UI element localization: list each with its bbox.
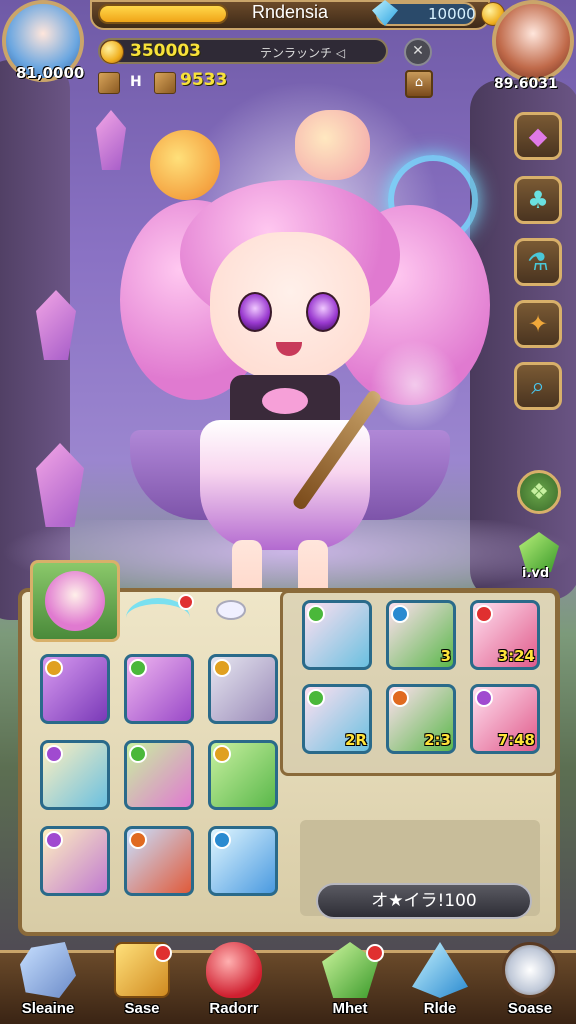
rarity-chip	[45, 745, 63, 763]
char-card-fairy[interactable]	[40, 826, 110, 896]
character-portrait-tab[interactable]	[30, 560, 120, 642]
collection-card-6[interactable]: 7:48	[470, 684, 540, 754]
item-wand-card[interactable]	[40, 654, 110, 724]
notification-badge	[366, 944, 384, 962]
rarity-chip	[213, 745, 231, 763]
rarity-chip	[129, 745, 147, 763]
potion-button[interactable]: ⚗	[514, 238, 562, 286]
clover-button[interactable]: ♣	[514, 176, 562, 224]
player-right-score: 89.6031	[494, 76, 558, 92]
staff-sparkle	[370, 340, 460, 430]
rarity-chip	[475, 605, 493, 623]
buy-button[interactable]: オ★イラ!100	[316, 883, 532, 919]
rarity-chip	[129, 831, 147, 849]
leaf-icon: ❖	[529, 479, 549, 505]
potion-icon: ⚗	[527, 248, 549, 276]
player-avatar-right[interactable]	[492, 0, 574, 82]
nav-rlde[interactable]: Rlde	[392, 938, 488, 1024]
char-card-pink[interactable]	[124, 740, 194, 810]
char-card-slime[interactable]	[208, 740, 278, 810]
box-value: 9533	[180, 70, 228, 90]
crystal-decoration-top	[96, 110, 126, 170]
collection-card-4[interactable]: 2R	[302, 684, 372, 754]
bone-icon	[502, 942, 558, 998]
item-staff-card[interactable]	[208, 654, 278, 724]
character-eye-right	[306, 292, 340, 332]
puffer-pet	[295, 110, 370, 180]
settings-icon[interactable]: ✕	[404, 38, 432, 66]
collection-card-1[interactable]	[302, 600, 372, 670]
fire-spirit-pet	[150, 130, 220, 200]
card-value: 2:3	[424, 731, 451, 749]
stone-icon	[20, 942, 76, 998]
char-card-ice[interactable]	[208, 826, 278, 896]
card-value: 7:48	[497, 731, 535, 749]
gem-icon: ◆	[528, 122, 548, 150]
bread-icon: ✦	[527, 310, 549, 338]
crystal-button-label: i.vd	[522, 566, 550, 581]
collection-card-2[interactable]: 3	[386, 600, 456, 670]
notification-badge	[154, 944, 172, 962]
gem-count: 10000	[428, 5, 476, 23]
game-title: Rndensia	[251, 2, 329, 22]
rarity-chip	[307, 605, 325, 623]
food-button[interactable]: ✦	[514, 300, 562, 348]
blue-crystal-icon	[412, 942, 468, 998]
gold-resource-bar[interactable]: 350003 テンラッンチ ◁	[98, 38, 388, 64]
collection-card-3[interactable]: 3:24	[470, 600, 540, 670]
rarity-chip	[213, 831, 231, 849]
card-value: 2R	[345, 731, 367, 749]
nav-label: Mhet	[332, 1000, 368, 1017]
search-button[interactable]: ⌕	[514, 362, 562, 410]
rarity-chip	[391, 689, 409, 707]
character-mouth	[276, 342, 302, 356]
rarity-chip	[307, 689, 325, 707]
leaf-button[interactable]: ❖	[517, 470, 561, 514]
rarity-chip	[475, 689, 493, 707]
nav-sase[interactable]: Sase	[94, 938, 190, 1024]
portrait-avatar	[45, 571, 105, 631]
heart-gem-icon	[206, 942, 262, 998]
rarity-chip	[129, 659, 147, 677]
bow-tab-icon[interactable]	[216, 600, 246, 620]
rarity-chip	[45, 831, 63, 849]
chest-icon	[98, 72, 120, 94]
char-card-blue[interactable]	[124, 826, 194, 896]
nav-label: Sase	[124, 1000, 160, 1017]
character-eye-left	[238, 292, 272, 332]
weapon-tab-badge	[178, 594, 194, 610]
rarity-chip	[213, 659, 231, 677]
nav-soase[interactable]: Soase	[482, 938, 576, 1024]
crate-icon	[154, 72, 176, 94]
xp-bar	[98, 4, 228, 24]
collection-card-5[interactable]: 2:3	[386, 684, 456, 754]
gem-shop-button[interactable]: ◆	[514, 112, 562, 160]
rarity-chip	[391, 605, 409, 623]
gold-label: テンラッンチ ◁	[260, 46, 346, 60]
nav-label: Radorr	[209, 1000, 259, 1017]
magnifier-icon: ⌕	[531, 372, 545, 400]
char-card-blonde[interactable]	[40, 740, 110, 810]
card-value: 3	[440, 647, 451, 665]
gold-value: 350003	[130, 41, 201, 61]
mail-icon[interactable]: ⌂	[405, 70, 433, 98]
character-face	[210, 232, 370, 382]
item-feather-card[interactable]	[124, 654, 194, 724]
nav-label: Soase	[507, 1000, 553, 1017]
nav-sleaine[interactable]: Sleaine	[0, 938, 96, 1024]
box-count-label: H	[130, 74, 142, 90]
nav-label: Sleaine	[21, 1000, 75, 1017]
nav-label: Rlde	[423, 1000, 457, 1017]
nav-mhet[interactable]: Mhet	[302, 938, 398, 1024]
player-left-score: 81,0000	[16, 64, 85, 82]
clover-icon: ♣	[527, 186, 549, 214]
rarity-chip	[45, 659, 63, 677]
character-bow	[262, 388, 308, 414]
nav-radorr[interactable]: Radorr	[186, 938, 282, 1024]
card-value: 3:24	[497, 647, 535, 665]
gold-coin-icon	[100, 40, 124, 64]
